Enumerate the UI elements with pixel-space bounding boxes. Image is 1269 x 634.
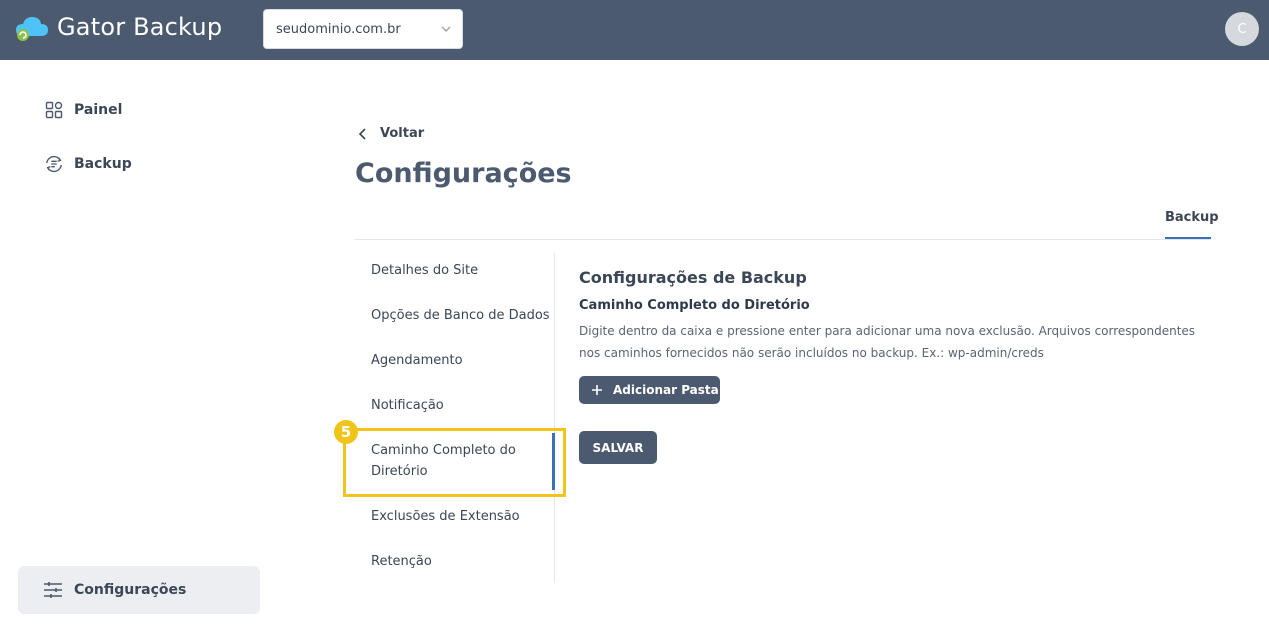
backup-sync-icon — [44, 154, 64, 174]
plus-icon — [591, 383, 605, 397]
tab-backup[interactable]: Backup — [1165, 210, 1219, 225]
tabs-divider — [355, 239, 1211, 240]
add-folder-label: Adicionar Pasta — [613, 383, 719, 397]
settings-menu-divider — [554, 253, 555, 583]
settings-menu-item-retencao[interactable]: Retenção — [371, 551, 551, 572]
save-button[interactable]: SALVAR — [579, 431, 657, 464]
back-link[interactable]: Voltar — [358, 126, 424, 141]
settings-menu-item-detalhes[interactable]: Detalhes do Site — [371, 260, 551, 281]
settings-menu-item-agendamento[interactable]: Agendamento — [371, 350, 551, 371]
chevron-down-icon — [440, 23, 452, 39]
sidebar-item-label: Configurações — [74, 582, 187, 598]
tutorial-highlight-box — [343, 428, 566, 497]
chevron-left-icon — [358, 127, 372, 141]
description-text: Digite dentro da caixa e pressione enter… — [579, 324, 1196, 360]
settings-menu-item-notificacao[interactable]: Notificação — [371, 395, 551, 416]
domain-select-value: seudominio.com.br — [276, 21, 401, 37]
sidebar-item-painel[interactable]: Painel — [44, 100, 122, 120]
user-avatar[interactable]: C — [1225, 12, 1259, 46]
app-title: Gator Backup — [57, 13, 223, 41]
step-badge: 5 — [334, 420, 358, 444]
page-title: Configurações — [355, 158, 572, 189]
dashboard-icon — [44, 100, 64, 120]
settings-menu-item-exclusoes-extensao[interactable]: Exclusões de Extensão — [371, 506, 551, 527]
top-bar: Gator Backup seudominio.com.br C — [0, 0, 1269, 60]
sidebar-item-backup[interactable]: Backup — [44, 154, 132, 174]
sidebar-item-label: Painel — [74, 102, 123, 118]
sliders-icon — [42, 579, 64, 601]
sidebar-item-label: Backup — [74, 156, 132, 172]
sub-title: Caminho Completo do Diretório — [579, 298, 810, 313]
add-folder-button[interactable]: Adicionar Pasta — [579, 376, 720, 404]
settings-menu-item-banco-de-dados[interactable]: Opções de Banco de Dados — [371, 305, 551, 326]
gator-logo-icon — [14, 14, 50, 44]
section-title: Configurações de Backup — [579, 268, 807, 287]
sidebar-item-configuracoes[interactable]: Configurações — [18, 566, 260, 614]
back-label: Voltar — [380, 126, 425, 141]
domain-select[interactable]: seudominio.com.br — [263, 9, 463, 49]
